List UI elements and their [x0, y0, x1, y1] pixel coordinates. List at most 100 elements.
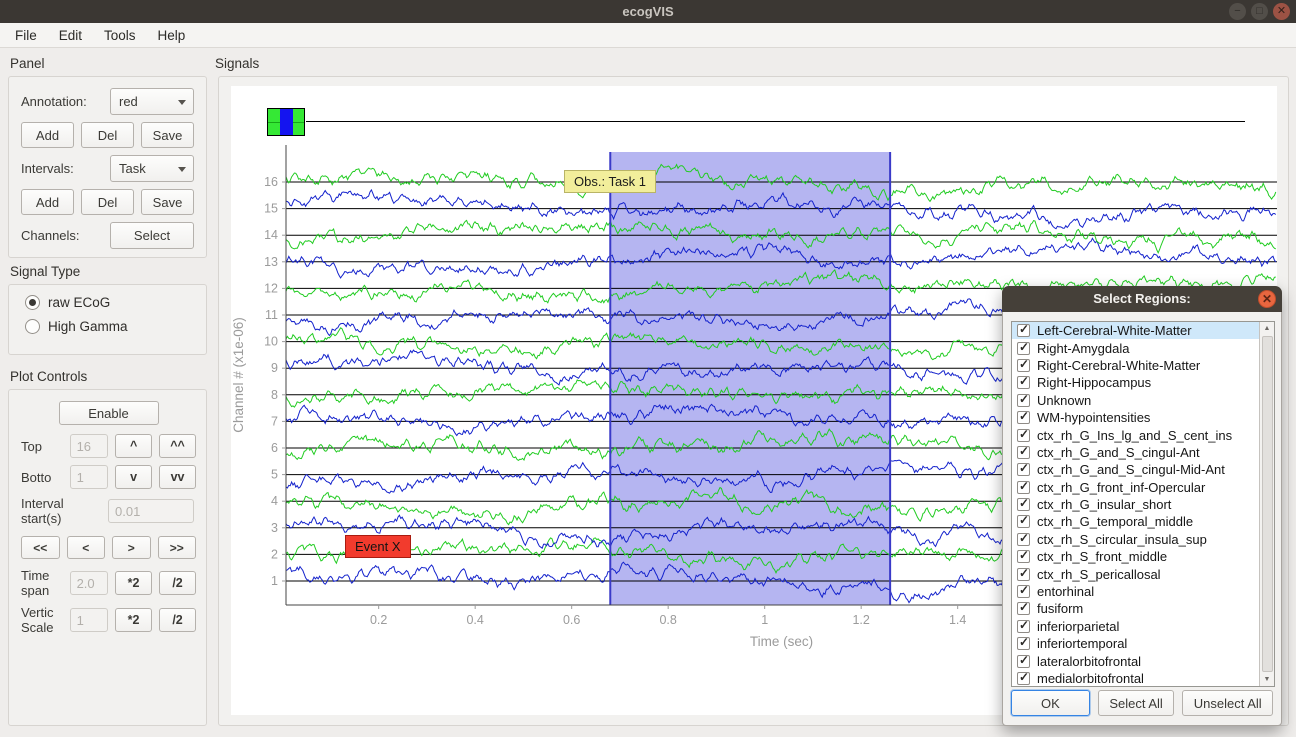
- checkbox-icon[interactable]: ✓: [1017, 411, 1030, 424]
- annotation-add-button[interactable]: Add: [21, 122, 74, 148]
- intervals-dropdown[interactable]: Task: [110, 155, 194, 182]
- maximize-icon[interactable]: □: [1251, 3, 1268, 20]
- event-annotation-label[interactable]: Event X: [345, 535, 411, 558]
- time-span-double-button[interactable]: *2: [115, 571, 152, 595]
- dialog-title-bar[interactable]: Select Regions: ✕: [1002, 286, 1282, 312]
- region-list-item[interactable]: ✓ Right-Hippocampus: [1012, 374, 1259, 391]
- region-list-item[interactable]: ✓ ctx_rh_S_pericallosal: [1012, 565, 1259, 582]
- menu-file[interactable]: File: [4, 25, 48, 46]
- checkbox-icon[interactable]: ✓: [1017, 446, 1030, 459]
- timeline-position-marker[interactable]: [280, 109, 293, 135]
- checkbox-icon[interactable]: ✓: [1017, 429, 1030, 442]
- scroll-up-icon[interactable]: ▲: [1264, 322, 1271, 335]
- channel-down-button[interactable]: v: [115, 465, 152, 489]
- region-list-item[interactable]: ✓ ctx_rh_G_Ins_lg_and_S_cent_ins: [1012, 426, 1259, 443]
- y-tick-label: 10: [264, 335, 278, 349]
- region-list-item[interactable]: ✓ fusiform: [1012, 600, 1259, 617]
- region-list-item[interactable]: ✓ ctx_rh_G_front_inf-Opercular: [1012, 479, 1259, 496]
- checkbox-icon[interactable]: ✓: [1017, 515, 1030, 528]
- checkbox-icon[interactable]: ✓: [1017, 342, 1030, 355]
- annotation-dropdown[interactable]: red: [110, 88, 194, 115]
- region-label: Right-Cerebral-White-Matter: [1037, 358, 1200, 373]
- region-list-item[interactable]: ✓ Left-Cerebral-White-Matter: [1012, 322, 1259, 339]
- region-list-item[interactable]: ✓ Right-Amygdala: [1012, 339, 1259, 356]
- scroll-down-icon[interactable]: ▼: [1264, 673, 1271, 686]
- radio-raw-ecog[interactable]: raw ECoG: [25, 295, 190, 310]
- checkbox-icon[interactable]: ✓: [1017, 463, 1030, 476]
- region-list-item[interactable]: ✓ ctx_rh_S_circular_insula_sup: [1012, 531, 1259, 548]
- region-list[interactable]: ✓ Left-Cerebral-White-Matter ✓ Right-Amy…: [1011, 321, 1275, 687]
- top-input[interactable]: 16: [70, 434, 109, 458]
- x-tick-label: 0.4: [466, 613, 483, 627]
- checkbox-icon[interactable]: ✓: [1017, 498, 1030, 511]
- region-list-item[interactable]: ✓ lateralorbitofrontal: [1012, 652, 1259, 669]
- channel-up-fast-button[interactable]: ^^: [159, 434, 196, 458]
- scrollbar-thumb[interactable]: [1262, 336, 1273, 672]
- checkbox-icon[interactable]: ✓: [1017, 602, 1030, 615]
- region-list-item[interactable]: ✓ medialorbitofrontal: [1012, 670, 1259, 686]
- intervals-add-button[interactable]: Add: [21, 189, 74, 215]
- channel-down-fast-button[interactable]: vv: [159, 465, 196, 489]
- minimize-icon[interactable]: −: [1229, 3, 1246, 20]
- unselect-all-button[interactable]: Unselect All: [1182, 690, 1273, 716]
- select-all-button[interactable]: Select All: [1098, 690, 1175, 716]
- region-list-item[interactable]: ✓ inferiorparietal: [1012, 618, 1259, 635]
- checkbox-icon[interactable]: ✓: [1017, 481, 1030, 494]
- region-list-item[interactable]: ✓ inferiortemporal: [1012, 635, 1259, 652]
- channels-select-button[interactable]: Select: [110, 222, 194, 249]
- time-span-input[interactable]: 2.0: [70, 571, 109, 595]
- region-label: inferiorparietal: [1037, 619, 1119, 634]
- checkbox-icon[interactable]: ✓: [1017, 568, 1030, 581]
- menu-edit[interactable]: Edit: [48, 25, 93, 46]
- checkbox-icon[interactable]: ✓: [1017, 585, 1030, 598]
- region-list-item[interactable]: ✓ ctx_rh_G_and_S_cingul-Ant: [1012, 444, 1259, 461]
- region-list-item[interactable]: ✓ Unknown: [1012, 392, 1259, 409]
- ok-button[interactable]: OK: [1011, 690, 1090, 716]
- interval-annotation-label[interactable]: Obs.: Task 1: [564, 170, 656, 193]
- menu-help[interactable]: Help: [147, 25, 197, 46]
- region-list-item[interactable]: ✓ ctx_rh_G_insular_short: [1012, 496, 1259, 513]
- intervals-del-button[interactable]: Del: [81, 189, 134, 215]
- vertical-scale-half-button[interactable]: /2: [159, 608, 196, 632]
- time-span-half-button[interactable]: /2: [159, 571, 196, 595]
- plot-controls-groupbox: Enable Top 16 ^ ^^ Botto 1 v vv Interval…: [8, 389, 207, 726]
- annotation-save-button[interactable]: Save: [141, 122, 194, 148]
- nav-last-button[interactable]: >>: [158, 536, 197, 559]
- nav-next-button[interactable]: >: [112, 536, 151, 559]
- checkbox-icon[interactable]: ✓: [1017, 376, 1030, 389]
- checkbox-icon[interactable]: ✓: [1017, 394, 1030, 407]
- menu-tools[interactable]: Tools: [93, 25, 147, 46]
- region-label: inferiortemporal: [1037, 636, 1127, 651]
- enable-button[interactable]: Enable: [59, 401, 159, 425]
- scrollbar[interactable]: ▲ ▼: [1259, 322, 1274, 686]
- checkbox-icon[interactable]: ✓: [1017, 655, 1030, 668]
- checkbox-icon[interactable]: ✓: [1017, 620, 1030, 633]
- vertical-scale-input[interactable]: 1: [70, 608, 109, 632]
- region-list-item[interactable]: ✓ ctx_rh_G_and_S_cingul-Mid-Ant: [1012, 461, 1259, 478]
- bottom-input[interactable]: 1: [70, 465, 109, 489]
- region-list-item[interactable]: ✓ entorhinal: [1012, 583, 1259, 600]
- timeline-overview-widget[interactable]: [267, 108, 305, 136]
- checkbox-icon[interactable]: ✓: [1017, 637, 1030, 650]
- channel-up-button[interactable]: ^: [115, 434, 152, 458]
- close-icon[interactable]: ✕: [1258, 290, 1276, 308]
- region-list-item[interactable]: ✓ ctx_rh_S_front_middle: [1012, 548, 1259, 565]
- intervals-save-button[interactable]: Save: [141, 189, 194, 215]
- nav-prev-button[interactable]: <: [67, 536, 106, 559]
- region-list-item[interactable]: ✓ ctx_rh_G_temporal_middle: [1012, 513, 1259, 530]
- vertical-scale-double-button[interactable]: *2: [115, 608, 152, 632]
- y-axis-label: Channel # (x1e-06): [231, 317, 246, 433]
- checkbox-icon[interactable]: ✓: [1017, 533, 1030, 546]
- checkbox-icon[interactable]: ✓: [1017, 359, 1030, 372]
- close-icon[interactable]: ✕: [1273, 3, 1290, 20]
- checkbox-icon[interactable]: ✓: [1017, 550, 1030, 563]
- annotation-del-button[interactable]: Del: [81, 122, 134, 148]
- checkbox-icon[interactable]: ✓: [1017, 324, 1030, 337]
- nav-first-button[interactable]: <<: [21, 536, 60, 559]
- radio-icon: [25, 319, 40, 334]
- interval-start-input[interactable]: 0.01: [108, 499, 194, 523]
- region-list-item[interactable]: ✓ WM-hypointensities: [1012, 409, 1259, 426]
- radio-high-gamma[interactable]: High Gamma: [25, 319, 190, 334]
- checkbox-icon[interactable]: ✓: [1017, 672, 1030, 685]
- region-list-item[interactable]: ✓ Right-Cerebral-White-Matter: [1012, 357, 1259, 374]
